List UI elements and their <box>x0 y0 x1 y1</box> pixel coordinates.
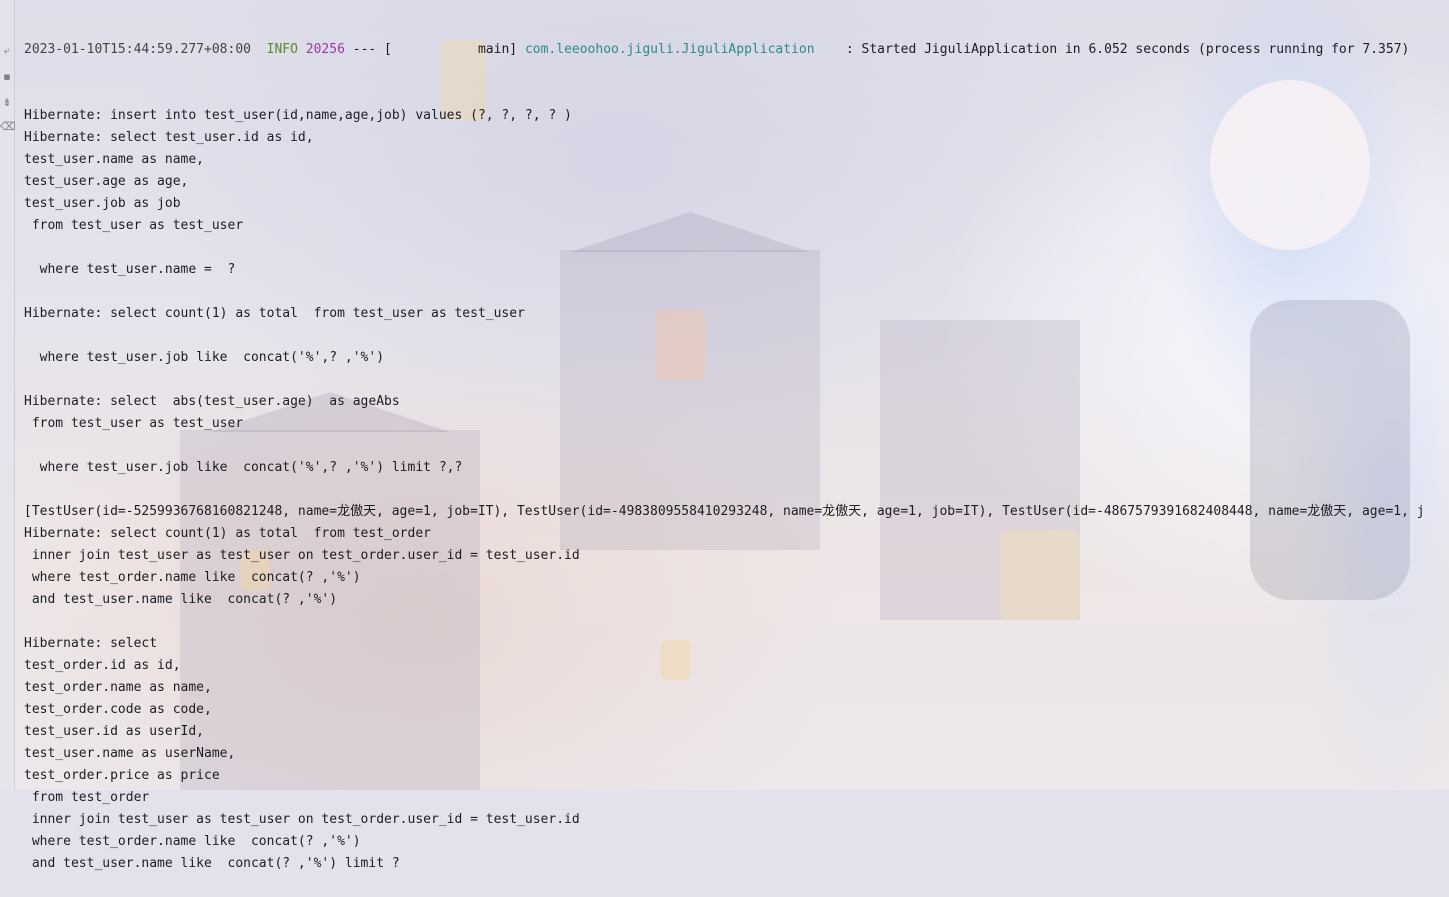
print-icon[interactable]: ▪ <box>0 70 14 83</box>
console-lines: Hibernate: insert into test_user(id,name… <box>24 105 1449 875</box>
log-line: test_order.price as price <box>24 768 220 783</box>
log-line: Hibernate: select abs(test_user.age) as … <box>24 394 400 409</box>
log-line: test_order.code as code, <box>24 702 212 717</box>
log-thread: --- [ main] <box>344 42 525 57</box>
log-line: where test_user.job like concat('%',? ,'… <box>24 460 463 475</box>
log-level: INFO <box>250 42 306 57</box>
soft-wrap-icon[interactable]: ⤶ <box>0 44 14 58</box>
log-logger-name[interactable]: com.leeoohoo.jiguli.JiguliApplication <box>525 42 815 57</box>
delete-icon[interactable]: ⌫ <box>0 120 16 133</box>
log-line: where test_user.name = ? <box>24 262 236 277</box>
log-line: Hibernate: select count(1) as total from… <box>24 526 431 541</box>
log-line: Hibernate: select <box>24 636 158 651</box>
log-timestamp: 2023-01-10T15:44:59.277+08:00 <box>24 42 251 57</box>
log-message: : Started JiguliApplication in 6.052 sec… <box>814 42 1410 57</box>
log-line: from test_order <box>24 790 150 805</box>
log-line: inner join test_user as test_user on tes… <box>24 812 580 827</box>
log-line: test_user.name as userName, <box>24 746 236 761</box>
log-line-startup: 2023-01-10T15:44:59.277+08:00 INFO 20256… <box>24 39 1449 61</box>
log-line: inner join test_user as test_user on tes… <box>24 548 580 563</box>
console-output[interactable]: 2023-01-10T15:44:59.277+08:00 INFO 20256… <box>24 0 1449 897</box>
log-line: [TestUser(id=-5259936768160821248, name=… <box>24 504 1425 519</box>
console-toolbar: ⤶ ▪ ⇟ ⌫ <box>0 0 16 790</box>
log-line: where test_order.name like concat(? ,'%'… <box>24 834 361 849</box>
log-line: and test_user.name like concat(? ,'%') <box>24 592 338 607</box>
log-line: and test_user.name like concat(? ,'%') l… <box>24 856 400 871</box>
log-line: from test_user as test_user <box>24 218 244 233</box>
log-line: test_order.id as id, <box>24 658 181 673</box>
log-line: test_user.age as age, <box>24 174 189 189</box>
log-line: test_order.name as name, <box>24 680 212 695</box>
log-line: test_user.name as name, <box>24 152 205 167</box>
log-line: test_user.id as userId, <box>24 724 205 739</box>
log-line: where test_user.job like concat('%',? ,'… <box>24 350 385 365</box>
log-line: Hibernate: insert into test_user(id,name… <box>24 108 572 123</box>
log-process-id: 20256 <box>305 42 345 57</box>
log-line: test_user.job as job <box>24 196 181 211</box>
log-line: Hibernate: select count(1) as total from… <box>24 306 525 321</box>
log-line: where test_order.name like concat(? ,'%'… <box>24 570 361 585</box>
log-line: from test_user as test_user <box>24 416 244 431</box>
log-line: Hibernate: select test_user.id as id, <box>24 130 314 145</box>
pin-icon[interactable]: ⇟ <box>0 96 14 109</box>
